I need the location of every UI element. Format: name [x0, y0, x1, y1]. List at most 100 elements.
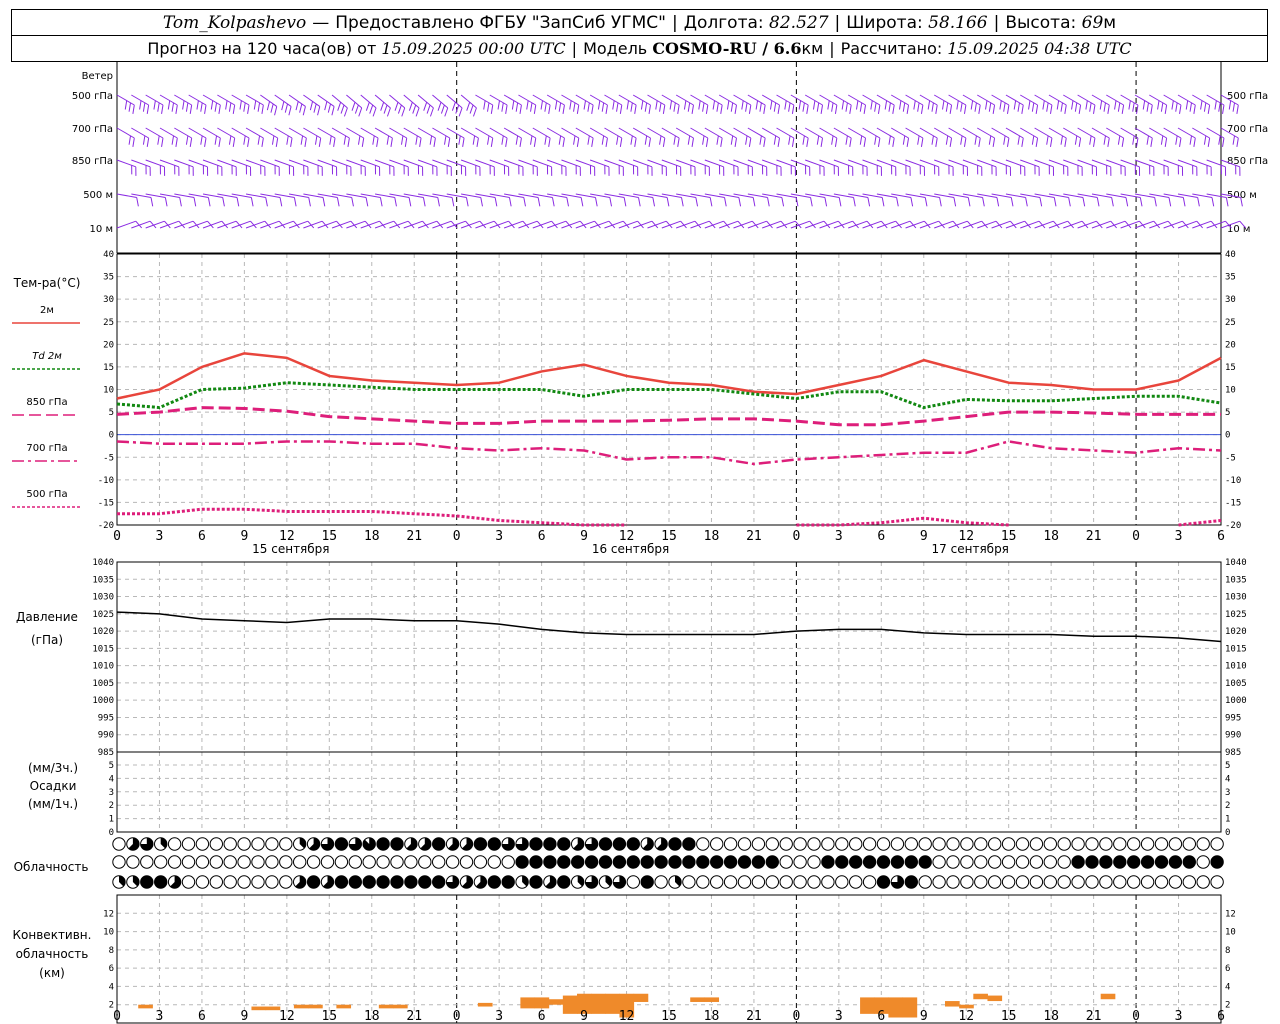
wind-barb [1149, 193, 1172, 207]
wind-barb [475, 193, 498, 207]
temp-legend-label: 850 гПа [26, 397, 67, 408]
wind-barb [905, 159, 925, 176]
conv-hour-tick: 0 [1132, 1009, 1140, 1024]
wind-barb [202, 220, 229, 229]
cloud-symbol [1210, 837, 1224, 851]
cloud-overcast [1099, 855, 1113, 869]
temp-hour-tick: 0 [1132, 529, 1140, 544]
cloud-symbol [1099, 875, 1113, 889]
temp-ytick-left: -10 [98, 476, 114, 486]
wind-barb [762, 159, 782, 176]
wind-barb [145, 220, 171, 229]
temp-series-line [116, 440, 1222, 466]
conv-hour-tick: 0 [792, 1009, 800, 1024]
wind-barb [518, 193, 541, 207]
cloud-symbol [960, 855, 974, 869]
wind-barb [819, 220, 845, 229]
cloud-overcast [877, 855, 890, 869]
temp-ytick-right: 10 [1225, 386, 1236, 396]
cloud-overcast [529, 837, 543, 851]
convective-bar [987, 995, 1003, 1002]
wind-barb [489, 159, 510, 176]
wind-barb [303, 94, 321, 116]
precip-ytick-left: 1 [109, 815, 114, 825]
convective-bar [548, 999, 564, 1005]
wind-barb [546, 220, 573, 229]
wind-barb [1020, 193, 1043, 207]
cloud-symbol [807, 875, 821, 889]
wind-barb [632, 159, 653, 176]
wind-barb [589, 220, 616, 229]
wind-barb [919, 193, 942, 207]
cloud-overcast [641, 855, 654, 869]
wind-barb [475, 220, 501, 229]
temp-ytick-left: -20 [98, 521, 114, 531]
temp-ytick-right: 0 [1225, 431, 1230, 441]
wind-barb [1163, 220, 1189, 229]
temp-hour-tick: 3 [156, 529, 164, 544]
cloud-overcast [529, 855, 543, 869]
temperature-panel: 40 4035 3530 3025 2520 2015 1510 105 50 0-5 -5-10-… [98, 250, 1242, 556]
cloud-symbol [1015, 875, 1030, 889]
wind-barb [805, 220, 831, 229]
date-label: 15 сентября [252, 542, 329, 556]
cloud-symbol [279, 855, 293, 869]
wind-barb [532, 220, 558, 229]
conv-hour-tick: 6 [877, 1009, 885, 1024]
wind-barb [905, 193, 928, 207]
conv-ytick-right: 6 [1225, 964, 1230, 974]
cloud-symbol [1099, 837, 1113, 851]
pressure-ytick-left: 1040 [92, 558, 114, 568]
wind-barb [790, 159, 811, 176]
cloud-symbol [974, 875, 988, 889]
precip-ytick-left: 2 [109, 801, 114, 811]
conv-ytick-left: 10 [103, 928, 114, 938]
cloud-symbol [334, 855, 349, 869]
wind-barb [1192, 159, 1212, 176]
temp-ytick-right: 20 [1225, 340, 1236, 350]
convective-bar [959, 1004, 974, 1009]
precip-ytick-left: 3 [109, 788, 114, 798]
wind-barb [1077, 220, 1103, 229]
cloud-symbol [265, 837, 279, 851]
temp-legend-label: 500 гПа [26, 489, 67, 500]
temp-ytick-left: 5 [109, 408, 114, 418]
wind-barb [317, 220, 343, 229]
cloud-symbol [862, 875, 877, 889]
temp-ytick-right: -20 [1225, 521, 1241, 531]
convective-bar [690, 997, 705, 1002]
wind-barb [633, 193, 656, 207]
wind-barb [604, 193, 627, 207]
wind-barb [1149, 159, 1169, 176]
cloud-overcast [571, 855, 584, 869]
cloud-symbol [1071, 875, 1085, 889]
temp-ytick-right: -5 [1225, 453, 1236, 463]
convective-bar [138, 1004, 153, 1009]
cloud-symbol [376, 855, 390, 869]
wind-barb [833, 220, 859, 229]
cloud-overcast [1141, 855, 1154, 869]
wind-barb [747, 220, 773, 229]
wind-barb [374, 94, 391, 117]
cloud-panel [112, 837, 1224, 889]
cloud-symbol [279, 837, 293, 851]
wind-barb [1091, 159, 1112, 176]
cloud-overcast [154, 875, 167, 889]
cloud-overcast [738, 855, 751, 869]
wind-barb [833, 159, 854, 176]
wind-barb [331, 159, 352, 176]
wind-barb [331, 94, 348, 117]
cloud-overcast [557, 875, 570, 889]
meteogram-chart: 500 гПа 500 гПа 700 гПа 700 гПа 850 гПа 850 г… [12, 62, 1268, 1024]
wind-barb [202, 193, 225, 207]
convective-bar [1100, 993, 1116, 1000]
wind-barb [288, 159, 309, 176]
cloud-symbol [654, 875, 668, 889]
wind-barb [776, 193, 799, 207]
wind-barb [403, 193, 426, 207]
cloud-symbol [918, 837, 932, 851]
temp-hour-tick: 18 [704, 529, 720, 544]
cloud-overcast [613, 837, 626, 851]
cloud-symbol [779, 875, 793, 889]
cloud-overcast [349, 875, 362, 889]
